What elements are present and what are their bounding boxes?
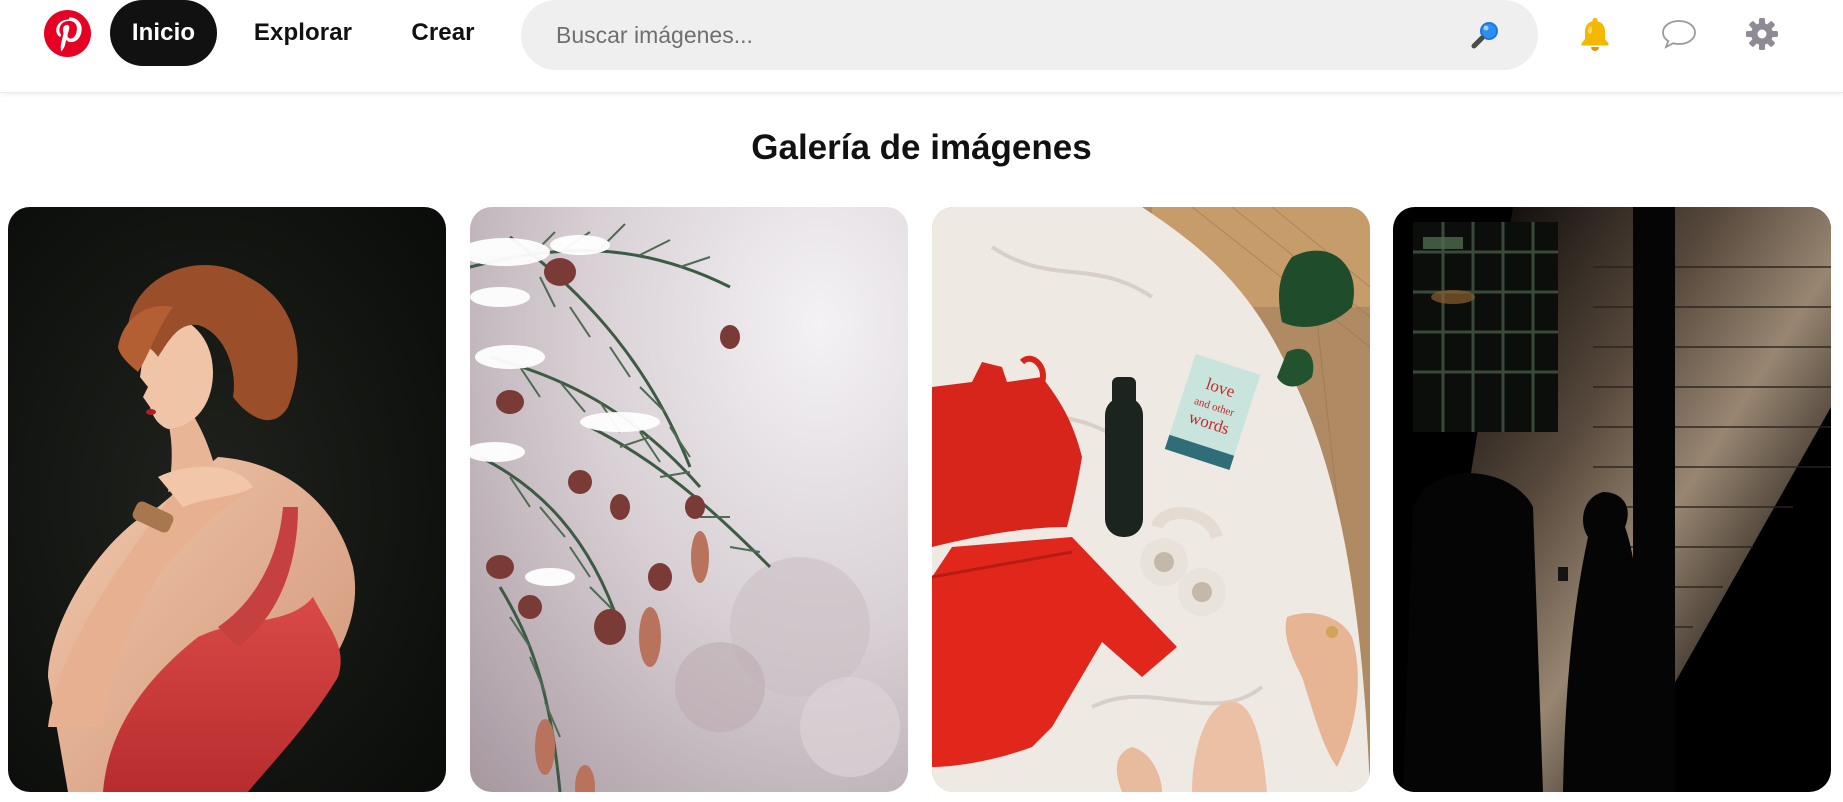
gallery-image-card[interactable] <box>8 207 446 792</box>
gear-icon[interactable] <box>1742 14 1782 54</box>
top-navigation-bar: Inicio Explorar Crear <box>0 0 1843 93</box>
nav-home-button[interactable]: Inicio <box>110 0 217 66</box>
evergreen-image <box>470 207 908 792</box>
flatlay-image: love and other words <box>932 207 1370 792</box>
nav-create-button[interactable]: Crear <box>393 0 493 66</box>
gallery-image-card[interactable] <box>470 207 908 792</box>
search-icon[interactable] <box>1470 18 1502 50</box>
search-bar <box>521 0 1538 70</box>
portrait-image <box>8 207 446 792</box>
gallery-title: Galería de imágenes <box>751 128 1092 167</box>
search-input[interactable] <box>554 20 1438 50</box>
silhouette-image <box>1393 207 1831 792</box>
bell-icon[interactable] <box>1575 14 1615 54</box>
gallery-image-card[interactable] <box>1393 207 1831 792</box>
gallery-image-card[interactable]: love and other words <box>932 207 1370 792</box>
nav-explore-button[interactable]: Explorar <box>240 0 366 66</box>
pinterest-logo-icon[interactable] <box>44 10 91 57</box>
chat-icon[interactable] <box>1659 14 1699 54</box>
